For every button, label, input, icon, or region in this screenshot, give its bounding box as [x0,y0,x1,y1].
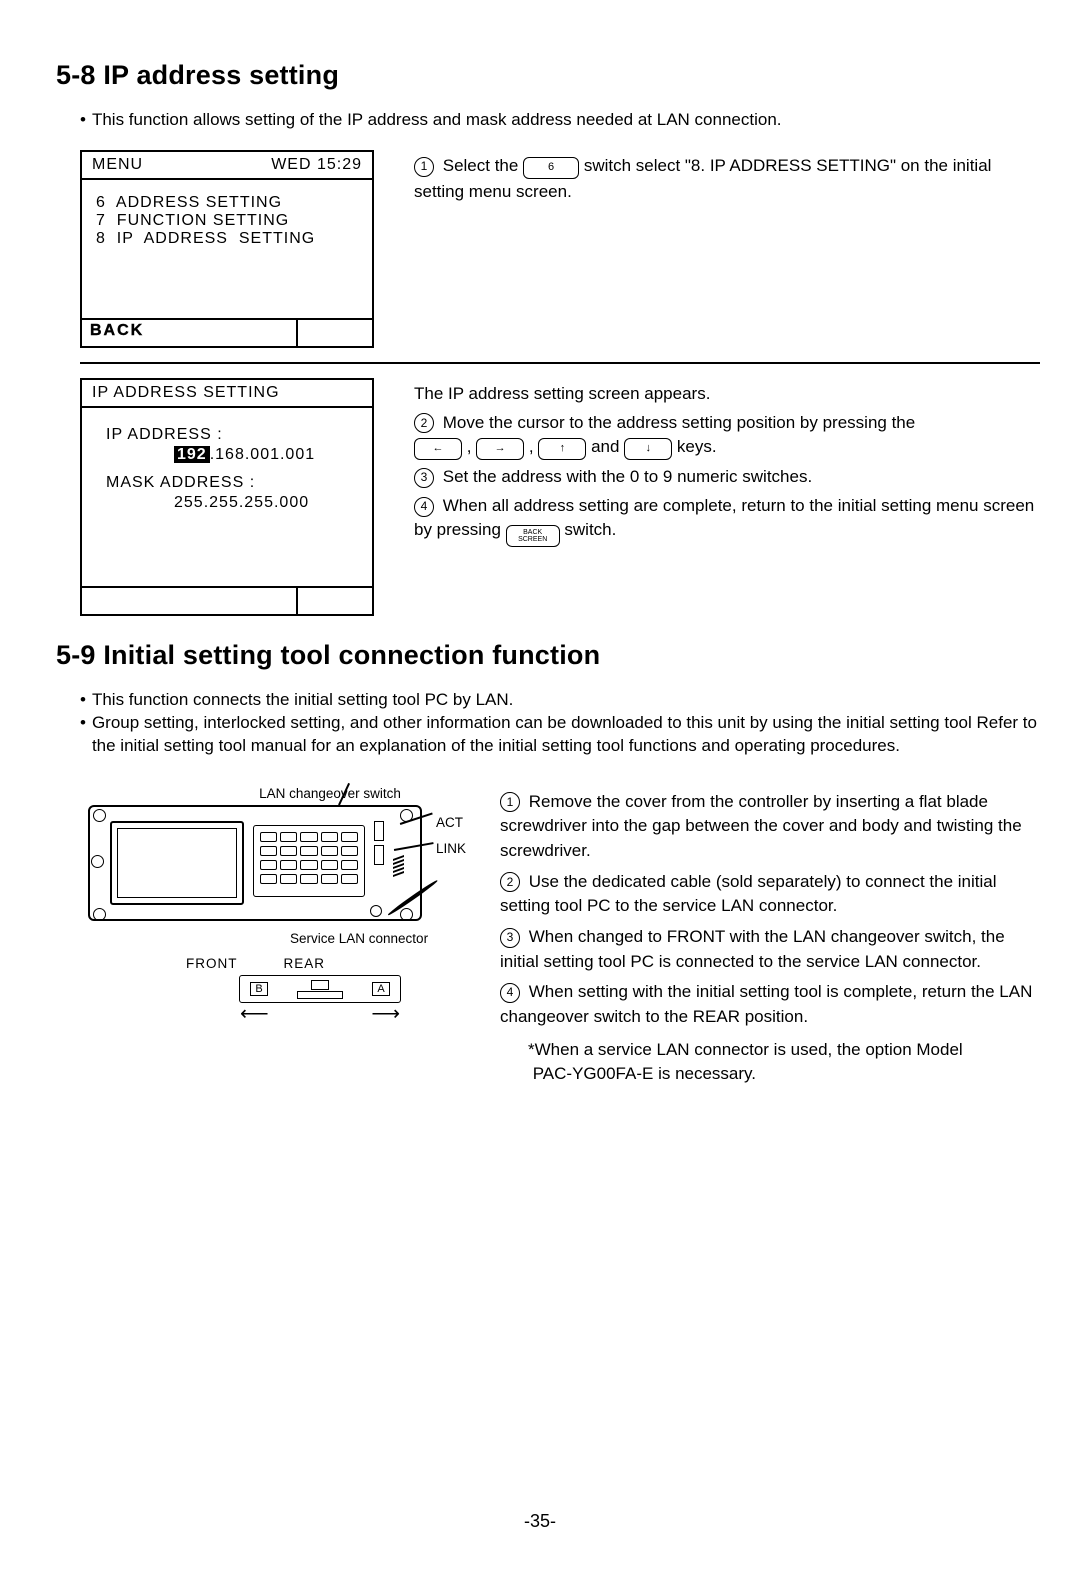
step-number-1-icon: 1 [500,792,520,812]
back-screen-key-icon: BACKSCREEN [506,525,560,547]
section-5-9-bullet-1: This function connects the initial setti… [80,689,1040,712]
arrow-right-icon: ⟶ [371,1009,400,1019]
softkey-empty [82,588,298,614]
conn-step-4: 4 When setting with the initial setting … [500,980,1040,1029]
step-number-4-icon: 4 [414,497,434,517]
screw-icon [93,908,106,921]
step-number-2-icon: 2 [414,413,434,433]
mask-address-value: 255.255.255.000 [146,494,362,512]
clock-label: WED 15:29 [271,156,362,174]
menu-item-8: 8 IP ADDRESS SETTING [96,230,366,248]
step-number-3-icon: 3 [500,928,520,948]
arrow-left-key-icon: ← [414,438,462,460]
back-softkey: BACK [82,320,298,346]
section-5-9-bullet-2: Group setting, interlocked setting, and … [80,712,1040,758]
ip-screen-intro: The IP address setting screen appears. [414,382,1040,407]
switch-a-label: A [372,982,390,996]
menu-screen: MENU WED 15:29 6 ADDRESS SETTING 7 FUNCT… [80,150,374,348]
step-2: 2 Move the cursor to the address setting… [414,411,1040,462]
mask-address-label: MASK ADDRESS : [106,474,362,492]
section-5-8-title: 5-8 IP address setting [56,60,1040,91]
menu-label: MENU [92,156,143,174]
arrow-left-icon: ⟵ [240,1009,269,1019]
section-5-9-title: 5-9 Initial setting tool connection func… [56,640,1040,671]
service-lan-connector-icon [370,905,382,917]
ip-screen-title: IP ADDRESS SETTING [92,384,280,402]
lan-switch-icon: B A [239,975,401,1003]
service-lan-note: *When a service LAN connector is used, t… [528,1038,1040,1087]
ip-octets-rest: .168.001.001 [210,446,315,463]
controller-display-icon [110,821,244,905]
link-label: LINK [436,841,466,856]
divider [80,362,1040,364]
screw-icon [400,908,413,921]
step-3: 3 Set the address with the 0 to 9 numeri… [414,465,1040,490]
key-6-icon: 6 [523,157,579,179]
controller-diagram: LAN changeover switch [80,786,460,1019]
step-1: 1 Select the 6 switch select "8. IP ADDR… [414,154,1040,205]
screw-icon [93,809,106,822]
ip-setting-screen: IP ADDRESS SETTING IP ADDRESS : 192.168.… [80,378,374,616]
step-number-1-icon: 1 [414,157,434,177]
switch-b-label: B [250,982,268,996]
menu-item-6: 6 ADDRESS SETTING [96,194,366,212]
port-icon [374,845,384,865]
step-number-3-icon: 3 [414,468,434,488]
conn-step-3: 3 When changed to FRONT with the LAN cha… [500,925,1040,974]
conn-step-2: 2 Use the dedicated cable (sold separate… [500,870,1040,919]
conn-step-1: 1 Remove the cover from the controller b… [500,790,1040,864]
section-5-8-bullet: This function allows setting of the IP a… [80,109,1040,132]
arrow-down-key-icon: ↓ [624,438,672,460]
arrow-right-key-icon: → [476,438,524,460]
page-number: -35- [0,1511,1080,1532]
rear-label: REAR [284,956,326,971]
ip-address-label: IP ADDRESS : [106,426,362,444]
menu-item-7: 7 FUNCTION SETTING [96,212,366,230]
screw-icon [91,855,104,868]
vent-icon [393,855,404,885]
arrow-up-key-icon: ↑ [538,438,586,460]
step-number-4-icon: 4 [500,983,520,1003]
front-label: FRONT [186,956,238,971]
port-icon [374,821,384,841]
ip-octet-1: 192 [174,446,210,463]
service-lan-connector-label: Service LAN connector [290,931,460,946]
lan-changeover-switch-label: LAN changeover switch [200,786,460,801]
step-4: 4 When all address setting are complete,… [414,494,1040,549]
controller-keypad-icon [253,825,365,897]
step-number-2-icon: 2 [500,872,520,892]
act-label: ACT [436,815,463,830]
